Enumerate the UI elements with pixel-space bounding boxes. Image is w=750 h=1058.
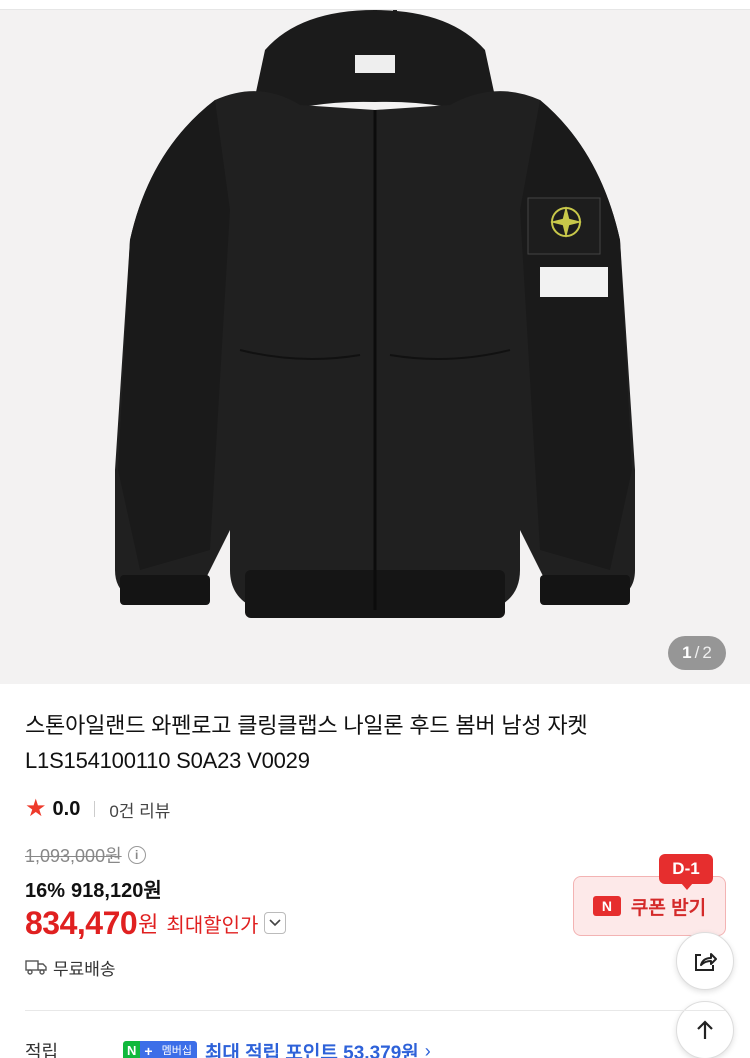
product-title: 스톤아일랜드 와펜로고 클링클랩스 나일론 후드 봄버 남성 자켓 L1S154… — [25, 708, 705, 778]
total-pages: 2 — [702, 643, 712, 662]
chevron-right-icon[interactable]: › — [425, 1041, 431, 1058]
sale-price-row: 16% 918,120원 — [25, 874, 162, 903]
share-button[interactable] — [676, 932, 734, 990]
image-page-indicator: 1 / 2 — [668, 636, 726, 670]
arrow-up-icon — [697, 1020, 713, 1039]
discount-percent: 16% — [25, 880, 66, 902]
coupon-download-button[interactable]: N 쿠폰 받기 — [573, 876, 726, 936]
coupon-deadline-badge: D-1 — [659, 854, 713, 890]
shipping-info: 무료배송 — [25, 954, 116, 980]
share-icon — [695, 953, 717, 971]
product-title-line2: L1S154100110 S0A23 V0029 — [25, 748, 310, 773]
shipping-label: 무료배송 — [53, 959, 116, 979]
top-bar — [0, 0, 750, 10]
naver-n-icon: N — [592, 896, 621, 916]
final-price: 834,470 — [25, 904, 138, 941]
badge-plus: + — [140, 1041, 157, 1058]
points-label: 적립 — [25, 1042, 59, 1058]
review-count[interactable]: 0건 리뷰 — [109, 797, 170, 822]
product-image — [115, 10, 635, 619]
truck-icon — [25, 960, 47, 975]
rating-divider — [94, 801, 96, 817]
final-price-unit: 원 — [138, 912, 159, 937]
max-points-text[interactable]: 최대 적립 포인트 53,379원 — [205, 1038, 419, 1058]
section-divider — [25, 1010, 725, 1011]
rating-summary[interactable]: ★ 0.0 0건 리뷰 — [25, 795, 170, 823]
max-discount-label: 최대할인가 — [166, 914, 259, 937]
naver-plus-membership-badge: N + 멤버십 — [123, 1041, 197, 1058]
info-icon[interactable]: i — [127, 846, 146, 864]
page-separator: / — [694, 643, 700, 662]
sale-price: 918,120원 — [71, 880, 162, 902]
product-title-line1: 스톤아일랜드 와펜로고 클링클랩스 나일론 후드 봄버 남성 자켓 — [25, 713, 588, 738]
final-price-row[interactable]: 834,470 원 최대할인가 — [25, 902, 287, 944]
original-price-row: 1,093,000원 i — [25, 842, 146, 868]
current-page: 1 — [682, 643, 692, 662]
badge-membership: 멤버십 — [156, 1041, 197, 1058]
points-row[interactable]: 적립 N + 멤버십 최대 적립 포인트 53,379원 › — [25, 1036, 665, 1058]
coupon-button-label: 쿠폰 받기 — [630, 897, 707, 919]
product-image-gallery[interactable]: 1 / 2 — [0, 10, 750, 684]
star-icon: ★ — [25, 795, 47, 822]
original-price: 1,093,000원 — [25, 846, 122, 866]
badge-n: N — [123, 1041, 141, 1058]
rating-score: 0.0 — [52, 797, 81, 820]
chevron-down-icon[interactable] — [264, 912, 287, 934]
